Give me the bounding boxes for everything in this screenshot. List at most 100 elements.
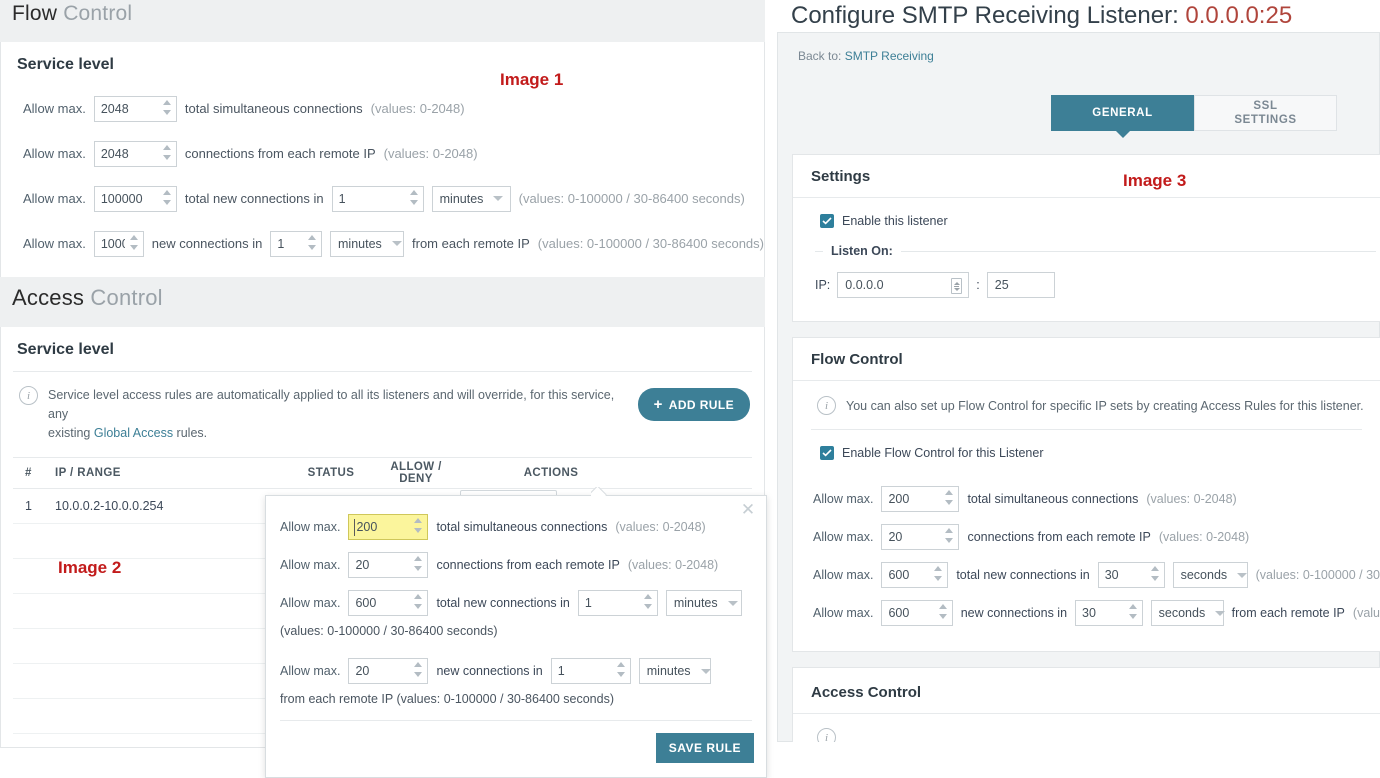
- spinner-arrows-icon[interactable]: [939, 604, 948, 624]
- allow-max-label: Allow max.: [280, 596, 340, 610]
- close-icon[interactable]: ✕: [740, 502, 756, 518]
- back-to-link[interactable]: SMTP Receiving: [845, 49, 934, 63]
- total-simultaneous-connections-text: total simultaneous connections: [185, 101, 363, 116]
- spinner-arrows-icon[interactable]: [1151, 566, 1160, 586]
- page-title-address: 0.0.0.0:25: [1185, 2, 1292, 29]
- spinner-arrows-icon[interactable]: [414, 556, 423, 576]
- new-connections-per-ip-input[interactable]: [94, 231, 144, 257]
- column-header-status: STATUS: [290, 467, 372, 479]
- spinner-arrows-icon[interactable]: [1129, 604, 1138, 624]
- total-simultaneous-connections-hint: (values: 0-2048): [371, 101, 465, 116]
- chevron-down-icon: [728, 601, 738, 606]
- listener-new-per-ip-period-input[interactable]: [1075, 600, 1143, 626]
- tab-ssl-settings[interactable]: SSL SETTINGS: [1194, 95, 1337, 131]
- connections-per-remote-ip-input[interactable]: [94, 141, 177, 167]
- listener-total-new-period-input[interactable]: [1098, 562, 1165, 588]
- back-to-label: Back to:: [798, 49, 841, 63]
- listener-total-simultaneous-hint: (values: 0-2048): [1146, 492, 1236, 506]
- spinner-arrows-icon[interactable]: [414, 594, 423, 614]
- listener-total-simultaneous-input[interactable]: [881, 486, 959, 512]
- allow-max-label: Allow max.: [813, 530, 873, 544]
- tab-ssl-line2: SETTINGS: [1234, 114, 1296, 126]
- popup-total-new-unit-value: minutes: [674, 596, 718, 610]
- flow-control-title-bold: Flow: [12, 2, 57, 25]
- flow-control-card: Service level Allow max. total simultane…: [0, 42, 765, 286]
- total-new-connections-input[interactable]: [94, 186, 177, 212]
- popup-total-new-period-input[interactable]: [578, 590, 658, 616]
- listen-on-row: IP: 0.0.0.0 : 25: [793, 258, 1380, 298]
- ip-port-separator: :: [976, 278, 979, 292]
- popup-new-per-ip-unit-select[interactable]: minutes: [639, 658, 711, 684]
- check-icon: [822, 217, 832, 225]
- total-new-connections-text: total new connections in: [185, 191, 324, 206]
- listener-total-new-input[interactable]: [881, 562, 948, 588]
- spinner-arrows-icon[interactable]: [414, 518, 423, 538]
- enable-listener-checkbox[interactable]: [820, 214, 834, 228]
- listener-flow-control-info-text: You can also set up Flow Control for spe…: [836, 399, 1364, 413]
- popup-per-remote-ip-text: connections from each remote IP: [436, 558, 619, 572]
- access-control-title-bold: Access: [12, 285, 84, 310]
- popup-new-per-ip-period-input[interactable]: [551, 658, 631, 684]
- port-input[interactable]: 25: [987, 272, 1055, 298]
- listener-flow-row-total-simultaneous: Allow max. total simultaneous connection…: [793, 480, 1380, 518]
- spinner-arrows-icon[interactable]: [163, 145, 172, 165]
- ip-picker-icon[interactable]: [951, 278, 962, 294]
- spinner-arrows-icon[interactable]: [934, 566, 943, 586]
- popup-per-remote-ip-input[interactable]: [348, 552, 428, 578]
- popup-total-new-unit-select[interactable]: minutes: [666, 590, 742, 616]
- spinner-arrows-icon[interactable]: [308, 235, 317, 255]
- ip-value: 0.0.0.0: [845, 278, 883, 292]
- listener-per-remote-ip-input[interactable]: [881, 524, 959, 550]
- flow-row-total-simultaneous: Allow max. total simultaneous connection…: [1, 86, 764, 131]
- check-icon: [822, 449, 832, 457]
- access-control-info-bar: i Service level access rules are automat…: [1, 372, 764, 453]
- info-icon: i: [19, 386, 38, 405]
- popup-footer: SAVE RULE: [266, 721, 766, 777]
- spinner-arrows-icon[interactable]: [644, 594, 653, 614]
- allow-max-label: Allow max.: [23, 101, 86, 116]
- enable-listener-row[interactable]: Enable this listener: [793, 198, 1380, 228]
- tab-general[interactable]: GENERAL: [1051, 95, 1194, 131]
- listener-new-per-ip-suffix: from each remote IP: [1232, 606, 1345, 620]
- listener-new-per-ip-unit-select[interactable]: seconds: [1151, 600, 1224, 626]
- new-connections-per-ip-unit-select[interactable]: minutes: [330, 231, 404, 257]
- listener-flow-row-new-per-ip: Allow max. new connections in seconds: [793, 594, 1380, 632]
- add-rule-button[interactable]: + ADD RULE: [638, 388, 750, 421]
- listener-new-per-ip-input[interactable]: [881, 600, 952, 626]
- new-connections-per-ip-period-input[interactable]: [270, 231, 322, 257]
- enable-flow-control-checkbox[interactable]: [820, 446, 834, 460]
- total-new-connections-unit-select[interactable]: minutes: [432, 186, 511, 212]
- listen-on-label: Listen On:: [831, 244, 893, 258]
- total-new-connections-period-input[interactable]: [332, 186, 424, 212]
- annotation-image-1: Image 1: [500, 70, 563, 90]
- popup-row-total-simultaneous: Allow max. total simultaneous connection…: [266, 508, 766, 546]
- info-icon: i: [817, 728, 836, 742]
- add-rule-button-wrap: + ADD RULE: [638, 386, 750, 421]
- spinner-arrows-icon[interactable]: [410, 190, 419, 210]
- new-connections-per-ip-hint: (values: 0-100000 / 30-86400 seconds): [538, 236, 764, 251]
- global-access-link[interactable]: Global Access: [94, 426, 173, 440]
- rule-flow-control-popup: ✕ Allow max. total simultaneous connecti…: [265, 495, 767, 778]
- popup-total-new-input[interactable]: [348, 590, 428, 616]
- column-header-actions: ACTIONS: [460, 467, 752, 479]
- popup-row-new-connections-per-ip: Allow max. new connections in minutes: [266, 652, 766, 690]
- spinner-arrows-icon[interactable]: [617, 662, 626, 682]
- add-rule-label: ADD RULE: [669, 398, 734, 412]
- ip-input[interactable]: 0.0.0.0: [837, 272, 969, 298]
- spinner-arrows-icon[interactable]: [945, 490, 954, 510]
- spinner-arrows-icon[interactable]: [130, 235, 139, 255]
- popup-total-simultaneous-input[interactable]: [348, 514, 428, 540]
- popup-new-per-ip-input[interactable]: [348, 658, 428, 684]
- text-caret: [354, 519, 355, 536]
- total-simultaneous-connections-input[interactable]: [94, 96, 177, 122]
- spinner-arrows-icon[interactable]: [414, 662, 423, 682]
- listener-flow-control-rows: Allow max. total simultaneous connection…: [793, 480, 1380, 632]
- save-rule-button[interactable]: SAVE RULE: [656, 733, 754, 763]
- spinner-arrows-icon[interactable]: [945, 528, 954, 548]
- spinner-arrows-icon[interactable]: [163, 100, 172, 120]
- listener-flow-row-per-remote-ip: Allow max. connections from each remote …: [793, 518, 1380, 556]
- legend-line-right: [901, 251, 1376, 252]
- listener-total-new-unit-select[interactable]: seconds: [1173, 562, 1248, 588]
- spinner-arrows-icon[interactable]: [163, 190, 172, 210]
- enable-flow-control-row[interactable]: Enable Flow Control for this Listener: [793, 430, 1380, 460]
